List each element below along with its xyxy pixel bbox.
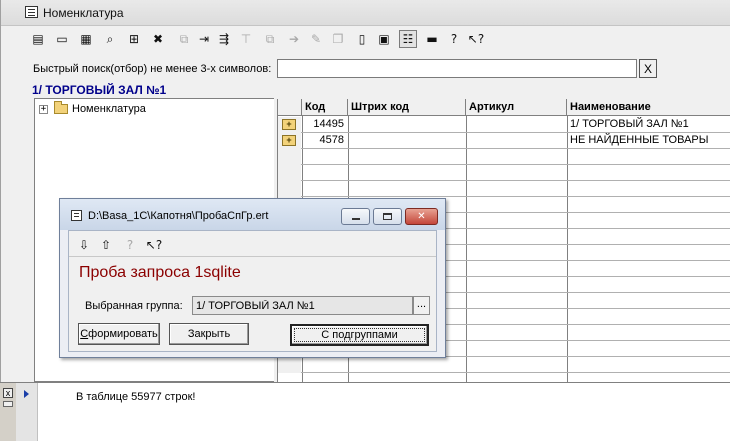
report-dialog: D:\Basa_1C\Капотня\ПробаСпГр.ert ✕ ⇩ ⇧? ↖?… [59, 198, 446, 358]
table-row-divider [278, 372, 730, 373]
duplicate-disabled-icon[interactable]: ⧉ [261, 30, 279, 48]
dialog-heading: Проба запроса 1sqlite [79, 264, 241, 281]
column-header-barcode[interactable]: Штрих код [348, 99, 466, 116]
selected-group-label: Выбранная группа: [85, 300, 183, 312]
column-header-code[interactable]: Код [302, 99, 348, 116]
cell-name: НЕ НАЙДЕННЫЕ ТОВАРЫ [570, 134, 709, 146]
maximize-icon [383, 213, 392, 220]
hierarchy-icon[interactable]: ⇶ [215, 30, 233, 48]
new-folder-icon[interactable]: ▭ [53, 30, 71, 48]
dialog-maximize-button[interactable] [373, 208, 402, 225]
move-up-icon[interactable]: ⇧ [97, 236, 115, 254]
tree-view-icon[interactable]: ☷ [399, 30, 417, 48]
dialog-close-button[interactable]: ✕ [405, 208, 438, 225]
move-down-icon[interactable]: ⇩ [75, 236, 93, 254]
context-help-icon[interactable]: ↖? [145, 236, 163, 254]
dialog-report-icon [71, 210, 82, 221]
current-group-breadcrumb: 1/ ТОРГОВЫЙ ЗАЛ №1 [32, 83, 167, 97]
messages-close-button[interactable]: x [3, 388, 13, 398]
report-icon[interactable]: ▣ [375, 30, 393, 48]
message-line: В таблице 55977 строк! [76, 391, 196, 403]
form-report-hotkey: С [80, 328, 89, 340]
message-marker-icon [24, 390, 29, 398]
minimize-icon [351, 218, 360, 220]
document-icon[interactable]: ▯ [353, 30, 371, 48]
subgroups-button[interactable]: С подгруппами [290, 324, 429, 346]
window-title: Номенклатура [43, 6, 124, 20]
form-report-label: формировать [88, 328, 158, 340]
cell-code: 4578 [319, 134, 344, 146]
dialog-toolbar-divider [69, 256, 436, 257]
filter-disabled-icon[interactable]: ⊤ [237, 30, 255, 48]
messages-pin-icon[interactable] [3, 401, 13, 407]
group-folder-icon: + [282, 135, 296, 146]
search-doc-icon[interactable]: ⌕ [101, 30, 119, 48]
table-row-divider [278, 180, 730, 181]
form-report-button[interactable]: Сформировать [78, 323, 160, 345]
row-selector[interactable] [278, 181, 301, 197]
column-header-name[interactable]: Наименование [567, 99, 730, 116]
delete-icon[interactable]: ✖ [149, 30, 167, 48]
copy-disabled-icon[interactable]: ⧉ [175, 30, 193, 48]
search-clear-button[interactable]: X [639, 59, 657, 78]
help-icon[interactable]: ? [445, 30, 463, 48]
cell-name: 1/ ТОРГОВЫЙ ЗАЛ №1 [570, 118, 689, 130]
tree-item-label: Номенклатура [72, 103, 146, 115]
group-folder-icon: + [282, 119, 296, 130]
messages-gutter [16, 383, 38, 441]
folder-icon [54, 101, 68, 114]
dialog-titlebar[interactable]: D:\Basa_1C\Капотня\ПробаСпГр.ert ✕ [60, 199, 445, 230]
monitor-icon[interactable]: ▬ [423, 30, 441, 48]
table-column-divider [567, 116, 568, 382]
tree-expand-icon[interactable]: + [39, 104, 48, 114]
quick-search-input[interactable] [277, 59, 637, 78]
pages-disabled-icon[interactable]: ❐ [329, 30, 347, 48]
tools-disabled-icon[interactable]: ✎ [307, 30, 325, 48]
table-header-gutter [278, 99, 302, 116]
close-dialog-button[interactable]: Закрыть [169, 323, 249, 345]
row-selector[interactable] [278, 357, 301, 373]
window-titlebar[interactable]: Номенклатура [1, 0, 730, 26]
context-help-icon[interactable]: ↖? [467, 30, 485, 48]
table-column-divider [466, 116, 467, 382]
table-header: Код Штрих код Артикул Наименование [278, 99, 730, 116]
select-group-button[interactable]: ... [413, 296, 430, 315]
edit-icon[interactable]: ▦ [77, 30, 95, 48]
help-disabled-icon[interactable]: ? [121, 236, 139, 254]
cell-code: 14495 [313, 118, 344, 130]
table-row-divider [278, 196, 730, 197]
messages-panel: x В таблице 55977 строк! [0, 382, 730, 441]
row-selector[interactable] [278, 165, 301, 181]
move-to-group-icon[interactable]: ⇥ [195, 30, 213, 48]
window-app-icon [25, 6, 38, 18]
arrow-disabled-icon[interactable]: ➔ [285, 30, 303, 48]
dialog-title: D:\Basa_1C\Капотня\ПробаСпГр.ert [88, 210, 269, 222]
add-row-icon[interactable]: ⊞ [125, 30, 143, 48]
new-list-icon[interactable]: ▤ [29, 30, 47, 48]
tree-item-nomenclature[interactable]: + Номенклатура [39, 101, 146, 115]
messages-panel-handle[interactable]: x [0, 383, 16, 441]
column-header-article[interactable]: Артикул [466, 99, 567, 116]
dialog-body: ⇩ ⇧? ↖? Проба запроса 1sqlite Выбранная гр… [68, 230, 437, 352]
quick-search-label: Быстрый поиск(отбор) не менее 3-х символ… [33, 63, 272, 75]
row-selector[interactable] [278, 149, 301, 165]
toolbar: ▤ ▭ ▦ ⌕ ⊞ ✖ ⧉ ⇥ ⇶ ⊤ ⧉ ➔ ✎ ❐ ▯ ▣ ☷ ▬? ↖? [27, 28, 730, 50]
selected-group-field[interactable] [192, 296, 413, 315]
table-row-divider [278, 148, 730, 149]
subgroups-label: С подгруппами [294, 328, 425, 342]
dialog-minimize-button[interactable] [341, 208, 370, 225]
table-row-divider [278, 164, 730, 165]
